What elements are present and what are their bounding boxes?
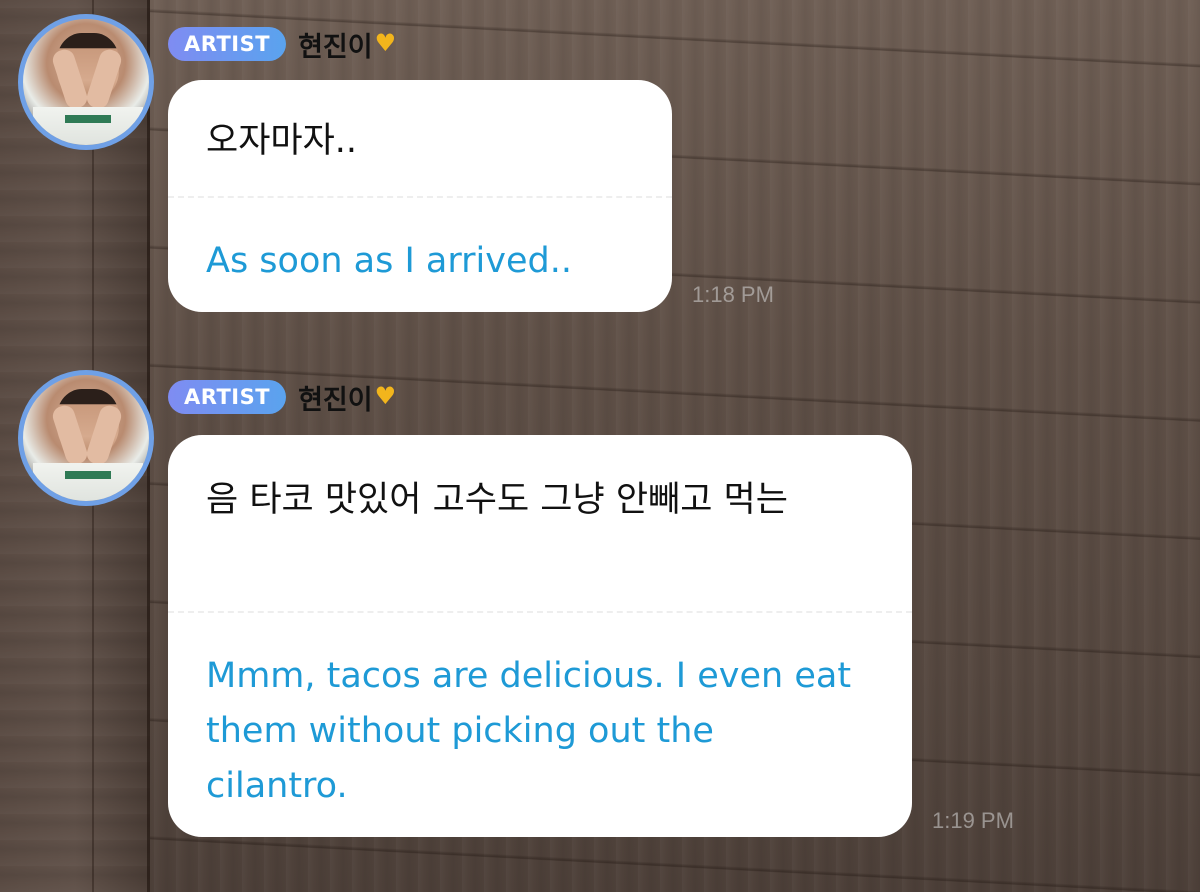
message-translation-text: Mmm, tacos are delicious. I even eat the…	[206, 656, 852, 806]
message-translation-text: As soon as I arrived..	[206, 241, 572, 281]
translation-divider	[168, 611, 912, 613]
avatar[interactable]	[18, 14, 154, 150]
heart-hands-icon: ♥	[374, 382, 397, 410]
author-name[interactable]: 현진이	[298, 378, 373, 417]
message-original-text: 오자마자..	[206, 121, 358, 161]
avatar-shirt	[33, 107, 143, 145]
artist-badge: ARTIST	[168, 380, 287, 414]
avatar-shirt	[33, 463, 143, 501]
message-header: ARTIST 현진이 ♥	[168, 24, 396, 64]
avatar-shirt-stripe	[65, 115, 111, 123]
message-header: ARTIST 현진이 ♥	[168, 377, 396, 417]
artist-badge: ARTIST	[168, 27, 287, 61]
translation-divider	[168, 196, 672, 198]
message-bubble[interactable]: 오자마자.. As soon as I arrived..	[168, 80, 672, 312]
avatar[interactable]	[18, 370, 154, 506]
message-original-text: 음 타코 맛있어 고수도 그냥 안빼고 먹는	[206, 480, 788, 520]
message-timestamp: 1:19 PM	[932, 808, 1014, 833]
author-name[interactable]: 현진이	[298, 25, 373, 64]
heart-hands-icon: ♥	[374, 29, 397, 57]
message-timestamp: 1:18 PM	[692, 282, 774, 307]
avatar-shirt-stripe	[65, 471, 111, 479]
message-bubble[interactable]: 음 타코 맛있어 고수도 그냥 안빼고 먹는 Mmm, tacos are de…	[168, 435, 912, 837]
